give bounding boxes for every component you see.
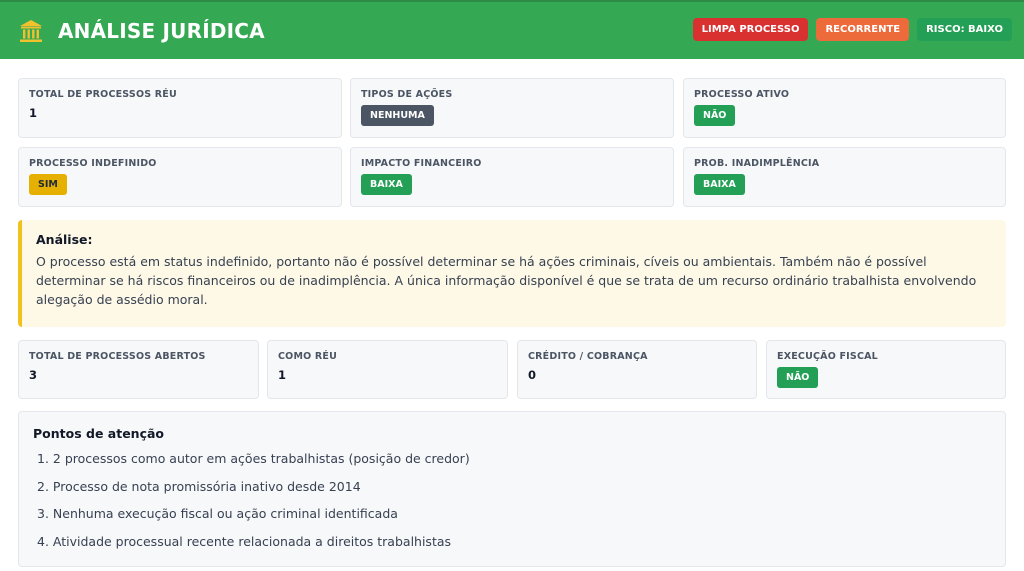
impacto-financeiro-card: IMPACTO FINANCEIRO BAIXA: [350, 147, 674, 207]
risco-badge: RISCO: BAIXO: [917, 18, 1012, 41]
processo-ativo-card: PROCESSO ATIVO NÃO: [683, 78, 1006, 138]
processo-indefinido-badge: SIM: [29, 174, 67, 195]
card-label: PROB. INADIMPLÊNCIA: [694, 158, 820, 169]
header-bar: ANÁLISE JURÍDICA LIMPA PROCESSO RECORREN…: [0, 0, 1024, 59]
card-value: 1: [29, 106, 38, 120]
card-label: IMPACTO FINANCEIRO: [361, 158, 482, 169]
card-label: CRÉDITO / COBRANÇA: [528, 351, 648, 362]
analysis-box: Análise: O processo está em status indef…: [18, 220, 1006, 327]
courthouse-icon: [20, 19, 42, 42]
card-label: TOTAL DE PROCESSOS RÉU: [29, 89, 177, 100]
execucao-fiscal-card: EXECUÇÃO FISCAL NÃO: [766, 340, 1006, 399]
analysis-text: O processo está em status indefinido, po…: [36, 254, 977, 307]
card-label: PROCESSO INDEFINIDO: [29, 158, 157, 169]
como-reu-card: COMO RÉU 1: [267, 340, 508, 399]
prob-inadimplencia-card: PROB. INADIMPLÊNCIA BAIXA: [683, 147, 1006, 207]
impacto-financeiro-badge: BAIXA: [361, 174, 412, 195]
tipos-acoes-badge: NENHUMA: [361, 105, 434, 126]
card-label: PROCESSO ATIVO: [694, 89, 790, 100]
processo-ativo-badge: NÃO: [694, 105, 736, 126]
card-label: EXECUÇÃO FISCAL: [777, 351, 878, 362]
list-item: 2. Processo de nota promissória inativo …: [37, 478, 361, 494]
limpa-processo-badge: LIMPA PROCESSO: [692, 18, 809, 41]
card-value: 0: [528, 368, 537, 382]
list-item: 4. Atividade processual recente relacion…: [37, 533, 452, 549]
attention-points-list: 1. 2 processos como autor em ações traba…: [33, 449, 991, 559]
page-title: ANÁLISE JURÍDICA: [58, 18, 265, 43]
processo-indefinido-card: PROCESSO INDEFINIDO SIM: [18, 147, 342, 207]
processos-abertos-card: TOTAL DE PROCESSOS ABERTOS 3: [18, 340, 259, 399]
card-value: 1: [278, 368, 287, 382]
attention-points-title: Pontos de atenção: [33, 426, 164, 441]
credito-cobranca-card: CRÉDITO / COBRANÇA 0: [517, 340, 757, 399]
card-label: COMO RÉU: [278, 351, 338, 362]
execucao-fiscal-badge: NÃO: [777, 367, 819, 388]
header-badges: LIMPA PROCESSO RECORRENTE RISCO: BAIXO: [692, 18, 1012, 41]
attention-points-box: Pontos de atenção 1. 2 processos como au…: [18, 411, 1006, 567]
list-item: 1. 2 processos como autor em ações traba…: [37, 451, 470, 466]
card-value: 3: [29, 368, 38, 382]
analysis-title: Análise:: [36, 232, 93, 247]
total-reu-card: TOTAL DE PROCESSOS RÉU 1: [18, 78, 342, 138]
card-label: TOTAL DE PROCESSOS ABERTOS: [29, 351, 206, 362]
card-label: TIPOS DE AÇÕES: [361, 89, 453, 100]
prob-inadimplencia-badge: BAIXA: [694, 174, 745, 195]
list-item: 3. Nenhuma execução fiscal ou ação crimi…: [37, 506, 398, 521]
recorrente-badge: RECORRENTE: [816, 18, 910, 41]
tipos-acoes-card: TIPOS DE AÇÕES NENHUMA: [350, 78, 674, 138]
